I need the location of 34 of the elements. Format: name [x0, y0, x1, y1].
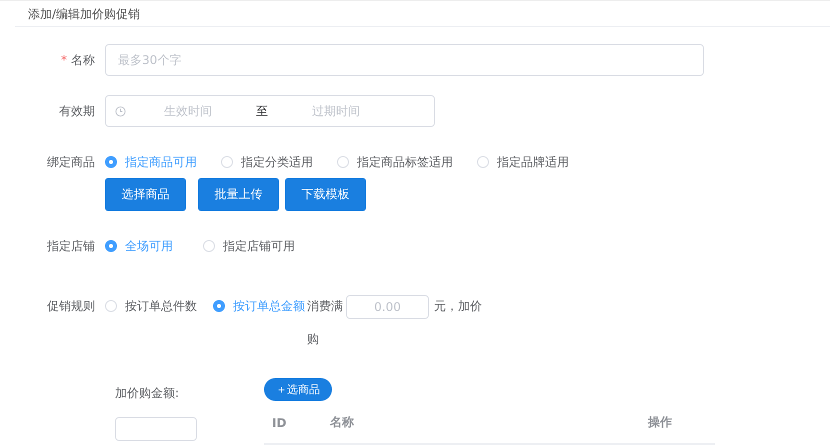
action-button[interactable]: 批量上传 — [198, 178, 279, 211]
radio-option[interactable]: 指定商品可用 — [105, 151, 197, 173]
page-title: 添加/编辑加价购促销 — [15, 1, 830, 27]
date-range-field[interactable]: 生效时间 至 过期时间 — [105, 95, 435, 127]
add-goods-button[interactable]: ＋选商品 — [264, 378, 332, 401]
field-label: 促销规则 — [47, 299, 95, 313]
field-label: 名称 — [71, 53, 95, 67]
clock-icon — [115, 106, 126, 116]
amount-field[interactable] — [115, 417, 197, 441]
name-field[interactable]: 最多30个字 — [105, 44, 704, 76]
threshold-suffix: 元，加价 — [434, 299, 482, 313]
radio-option[interactable]: 指定分类适用 — [221, 151, 313, 173]
threshold-field[interactable]: 0.00 — [346, 294, 429, 319]
end-date-input[interactable]: 过期时间 — [274, 103, 398, 119]
action-button[interactable]: 下载模板 — [285, 178, 366, 211]
radio-option[interactable]: 指定商品标签适用 — [337, 151, 453, 173]
radio-option[interactable]: 指定店铺可用 — [203, 235, 295, 257]
action-button[interactable]: 选择商品 — [105, 178, 186, 211]
field-label: 绑定商品 — [47, 155, 95, 169]
column-header: 名称 — [330, 414, 355, 431]
radio-option[interactable]: 按订单总金额 — [213, 295, 305, 317]
radio-option[interactable]: 按订单总件数 — [105, 295, 197, 317]
field-label: 有效期 — [59, 104, 95, 118]
radio-option[interactable]: 指定品牌适用 — [477, 151, 569, 173]
column-header: 操作 — [648, 414, 672, 431]
radio-option[interactable]: 全场可用 — [105, 235, 173, 257]
required-mark: * — [61, 53, 67, 67]
field-label: 指定店铺 — [47, 239, 95, 253]
threshold-prefix: 消费满 — [307, 299, 343, 313]
column-header: ID — [271, 416, 288, 430]
range-separator: 至 — [255, 102, 269, 120]
field-label: 加价购金额: — [115, 385, 180, 401]
threshold-suffix: 购 — [307, 331, 319, 348]
start-date-input[interactable]: 生效时间 — [126, 103, 250, 119]
